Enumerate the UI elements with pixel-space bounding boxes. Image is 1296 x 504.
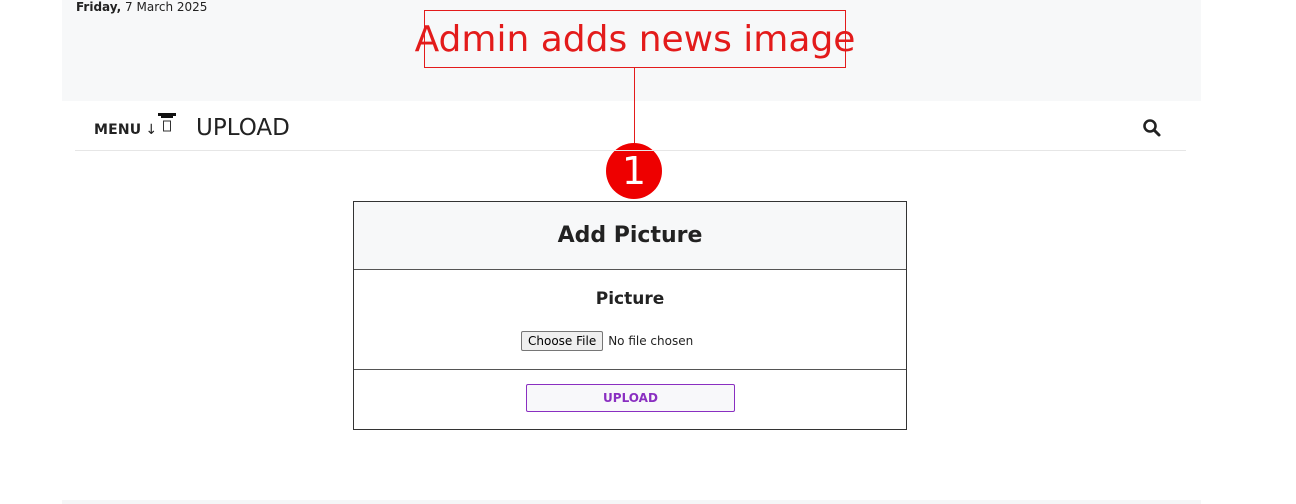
search-icon[interactable] (1142, 118, 1162, 138)
arrow-down-icon: ↓ (145, 122, 158, 138)
menu-label: MENU (94, 122, 142, 138)
page-title: UPLOAD (196, 115, 290, 141)
form-body: Picture Choose File No file chosen (354, 270, 906, 370)
file-input[interactable]: Choose File No file chosen (521, 331, 693, 351)
menu-button[interactable]: MENU ↓ (94, 122, 157, 138)
upload-button[interactable]: UPLOAD (526, 384, 735, 412)
picture-field-label: Picture (595, 289, 665, 309)
add-picture-form: Add Picture Picture Choose File No file … (353, 201, 907, 430)
date-text: 7 March 2025 (121, 0, 208, 14)
header-date: Friday, 7 March 2025 (76, 0, 207, 14)
annotation-callout: Admin adds news image (415, 10, 855, 68)
annotation-step-badge: 1 (606, 143, 662, 199)
choose-file-button[interactable]: Choose File (521, 331, 604, 351)
form-title: Add Picture (354, 202, 906, 270)
navbar: MENU ↓ UPLOAD (75, 101, 1186, 151)
file-status-text: No file chosen (608, 334, 694, 348)
bottom-band (62, 500, 1201, 504)
date-day: Friday, (76, 0, 122, 14)
form-footer: UPLOAD (354, 370, 906, 429)
tray-icon[interactable] (158, 113, 176, 133)
